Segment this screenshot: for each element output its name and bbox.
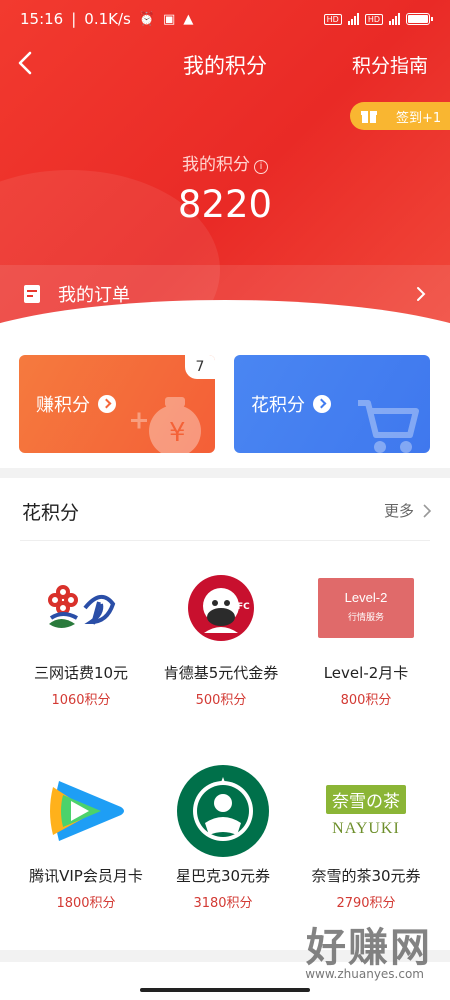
spend-points-label: 花积分 <box>251 395 305 416</box>
reward-item[interactable]: 腾讯VIP会员月卡 1800积分 <box>11 763 161 911</box>
status-bar: 15:16 | 0.1K/s ⏰ ▣ ▲ HD HD <box>0 0 450 38</box>
my-orders-label: 我的订单 <box>58 285 130 306</box>
reward-price: 1060积分 <box>51 693 111 708</box>
nayuki-logo-icon: 奈雪の茶 NAYUKI <box>318 763 414 859</box>
signal-icon <box>347 13 359 25</box>
tencent-video-logo-icon <box>38 763 134 859</box>
points-value: 8220 <box>177 183 273 226</box>
reward-name: 星巴克30元券 <box>175 867 271 885</box>
reward-name: 三网话费10元 <box>33 664 129 682</box>
more-link[interactable]: 更多 <box>384 500 432 521</box>
svg-text:¥: ¥ <box>169 418 186 448</box>
message-icon: ▣ <box>163 11 176 27</box>
kfc-logo-icon: KFC <box>173 560 269 656</box>
section-title: 花积分 <box>22 502 80 524</box>
chevron-right-icon <box>417 287 426 301</box>
reward-price: 500积分 <box>195 693 247 708</box>
home-indicator[interactable] <box>140 988 310 992</box>
hd-icon-2: HD <box>364 13 383 25</box>
earn-points-card[interactable]: 7 赚积分 ¥ <box>19 355 215 453</box>
reward-price: 1800积分 <box>56 896 116 911</box>
chevron-right-icon <box>423 503 432 518</box>
reward-item[interactable]: 奈雪の茶 NAYUKI 奈雪的茶30元券 2790积分 <box>291 763 441 911</box>
signin-label: 签到+1 <box>396 110 442 126</box>
battery-icon <box>406 13 433 25</box>
reward-price: 800积分 <box>340 693 392 708</box>
order-icon <box>24 285 40 303</box>
reward-name: 腾讯VIP会员月卡 <box>29 867 143 885</box>
telecom-logos-icon <box>33 560 129 656</box>
earn-points-label: 赚积分 <box>36 395 90 416</box>
warning-icon: ▲ <box>183 11 194 27</box>
reward-name: 奈雪的茶30元券 <box>311 867 421 885</box>
watermark: 好赚网 <box>306 925 432 971</box>
status-speed: 0.1K/s <box>84 10 131 28</box>
reward-item[interactable]: 星巴克30元券 3180积分 <box>148 763 298 911</box>
status-time: 15:16 <box>20 10 64 28</box>
info-icon[interactable]: i <box>254 160 268 174</box>
shopping-cart-icon <box>358 400 419 453</box>
arrow-circle-icon <box>313 395 331 413</box>
watermark-url: www.zhuanyes.com <box>305 967 424 981</box>
svg-text:KFC: KFC <box>230 602 250 612</box>
hd-icon: HD <box>323 13 342 25</box>
spend-points-section: 花积分 更多 三网话费10元 1060积分 KFC 肯德基5元代金券 500积分… <box>0 478 450 950</box>
points-guide-link[interactable]: 积分指南 <box>352 51 428 78</box>
spend-points-card[interactable]: 花积分 <box>234 355 430 453</box>
arrow-circle-icon <box>98 395 116 413</box>
gift-icon <box>361 111 377 123</box>
reward-name: Level-2月卡 <box>323 664 409 682</box>
reward-price: 2790积分 <box>336 896 396 911</box>
reward-item[interactable]: 三网话费10元 1060积分 <box>6 560 156 708</box>
my-orders-row[interactable]: 我的订单 <box>0 265 450 323</box>
nav-bar: 我的积分 积分指南 <box>0 40 450 86</box>
signal-icon-2 <box>389 13 400 25</box>
reward-price: 3180积分 <box>193 896 253 911</box>
points-label: 我的积分 i <box>0 150 450 175</box>
money-bag-icon: ¥ <box>131 397 201 453</box>
level2-card-icon: Level-2 行情服务 <box>318 560 414 656</box>
reward-item[interactable]: KFC 肯德基5元代金券 500积分 <box>146 560 296 708</box>
earn-badge: 7 <box>185 355 215 379</box>
reward-item[interactable]: Level-2 行情服务 Level-2月卡 800积分 <box>291 560 441 708</box>
starbucks-logo-icon <box>175 763 271 859</box>
reward-name: 肯德基5元代金券 <box>163 664 279 682</box>
signin-button[interactable]: 签到+1 <box>350 102 450 130</box>
alarm-icon: ⏰ <box>138 11 156 27</box>
